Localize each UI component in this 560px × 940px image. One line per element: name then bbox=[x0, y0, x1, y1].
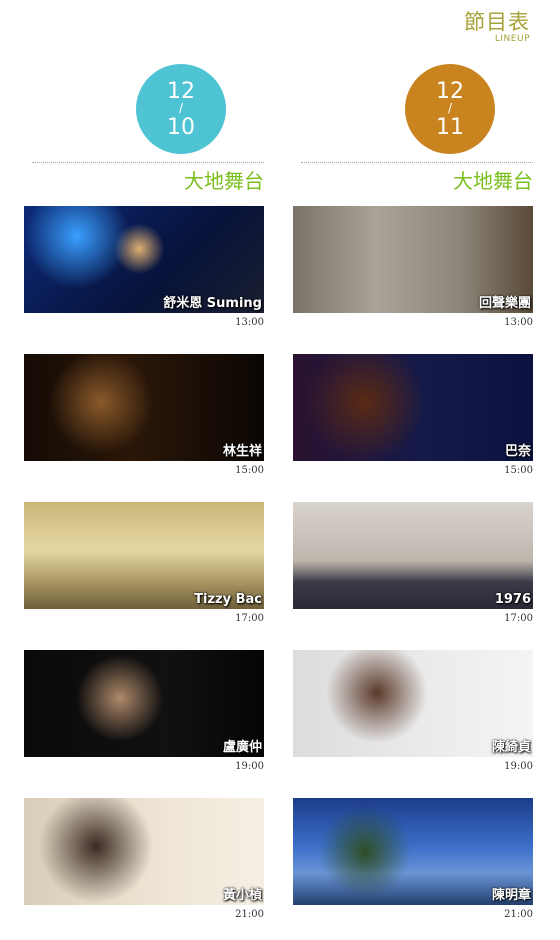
performer-photo[interactable]: 舒米恩 Suming bbox=[24, 206, 264, 313]
date-badge: 12 / 10 bbox=[136, 64, 226, 154]
performance-time: 19:00 bbox=[235, 761, 264, 772]
performer-name: Tizzy Bac bbox=[194, 592, 262, 607]
performance-time: 17:00 bbox=[504, 613, 533, 624]
page-subtitle: LINEUP bbox=[494, 34, 530, 44]
divider bbox=[301, 162, 533, 163]
date-day: 10 bbox=[167, 115, 195, 140]
date-slash: / bbox=[447, 101, 453, 115]
performer-name: 盧廣仲 bbox=[222, 740, 262, 755]
performance-time: 13:00 bbox=[504, 317, 533, 328]
performance-time: 15:00 bbox=[504, 465, 533, 476]
performer-photo[interactable]: 盧廣仲 bbox=[24, 650, 264, 757]
performer-card[interactable]: 巴奈 15:00 bbox=[293, 354, 533, 477]
performance-time: 13:00 bbox=[235, 317, 264, 328]
performer-card[interactable]: 回聲樂團 13:00 bbox=[293, 206, 533, 329]
performer-photo[interactable]: 巴奈 bbox=[293, 354, 533, 461]
page-header: 節目表 LINEUP bbox=[464, 10, 530, 44]
performer-name: 1976 bbox=[494, 592, 531, 607]
performer-name: 巴奈 bbox=[504, 444, 531, 459]
performer-card[interactable]: Tizzy Bac 17:00 bbox=[24, 502, 264, 625]
performance-time: 17:00 bbox=[235, 613, 264, 624]
day-column-2: 12 / 11 大地舞台 回聲樂團 13:00 巴奈 15:00 1976 17… bbox=[293, 64, 535, 920]
performer-card[interactable]: 林生祥 15:00 bbox=[24, 354, 264, 477]
performer-photo[interactable]: 陳綺貞 bbox=[293, 650, 533, 757]
performer-card[interactable]: 盧廣仲 19:00 bbox=[24, 650, 264, 773]
performance-time: 21:00 bbox=[235, 909, 264, 920]
performer-photo[interactable]: Tizzy Bac bbox=[24, 502, 264, 609]
performer-name: 回聲樂團 bbox=[478, 296, 531, 311]
performer-card[interactable]: 陳明章 21:00 bbox=[293, 798, 533, 921]
divider bbox=[32, 162, 264, 163]
performer-name: 舒米恩 Suming bbox=[163, 296, 262, 311]
performance-time: 21:00 bbox=[504, 909, 533, 920]
date-slash: / bbox=[178, 101, 184, 115]
performer-card[interactable]: 黃小楨 21:00 bbox=[24, 798, 264, 921]
performer-card[interactable]: 陳綺貞 19:00 bbox=[293, 650, 533, 773]
performance-time: 19:00 bbox=[504, 761, 533, 772]
performer-card[interactable]: 舒米恩 Suming 13:00 bbox=[24, 206, 264, 329]
date-badge: 12 / 11 bbox=[405, 64, 495, 154]
stage-name: 大地舞台 bbox=[453, 169, 533, 193]
page-title: 節目表 bbox=[464, 10, 530, 34]
performer-photo[interactable]: 1976 bbox=[293, 502, 533, 609]
performer-name: 黃小楨 bbox=[222, 888, 262, 903]
day-column-1: 12 / 10 大地舞台 舒米恩 Suming 13:00 林生祥 15:00 … bbox=[24, 64, 266, 920]
performer-name: 陳明章 bbox=[491, 888, 531, 903]
performer-card[interactable]: 1976 17:00 bbox=[293, 502, 533, 625]
performance-time: 15:00 bbox=[235, 465, 264, 476]
performer-photo[interactable]: 林生祥 bbox=[24, 354, 264, 461]
performer-photo[interactable]: 黃小楨 bbox=[24, 798, 264, 905]
performer-photo[interactable]: 陳明章 bbox=[293, 798, 533, 905]
stage-name: 大地舞台 bbox=[184, 169, 264, 193]
date-day: 11 bbox=[436, 115, 464, 140]
performer-name: 林生祥 bbox=[222, 444, 262, 459]
performer-photo[interactable]: 回聲樂團 bbox=[293, 206, 533, 313]
performer-name: 陳綺貞 bbox=[491, 740, 531, 755]
